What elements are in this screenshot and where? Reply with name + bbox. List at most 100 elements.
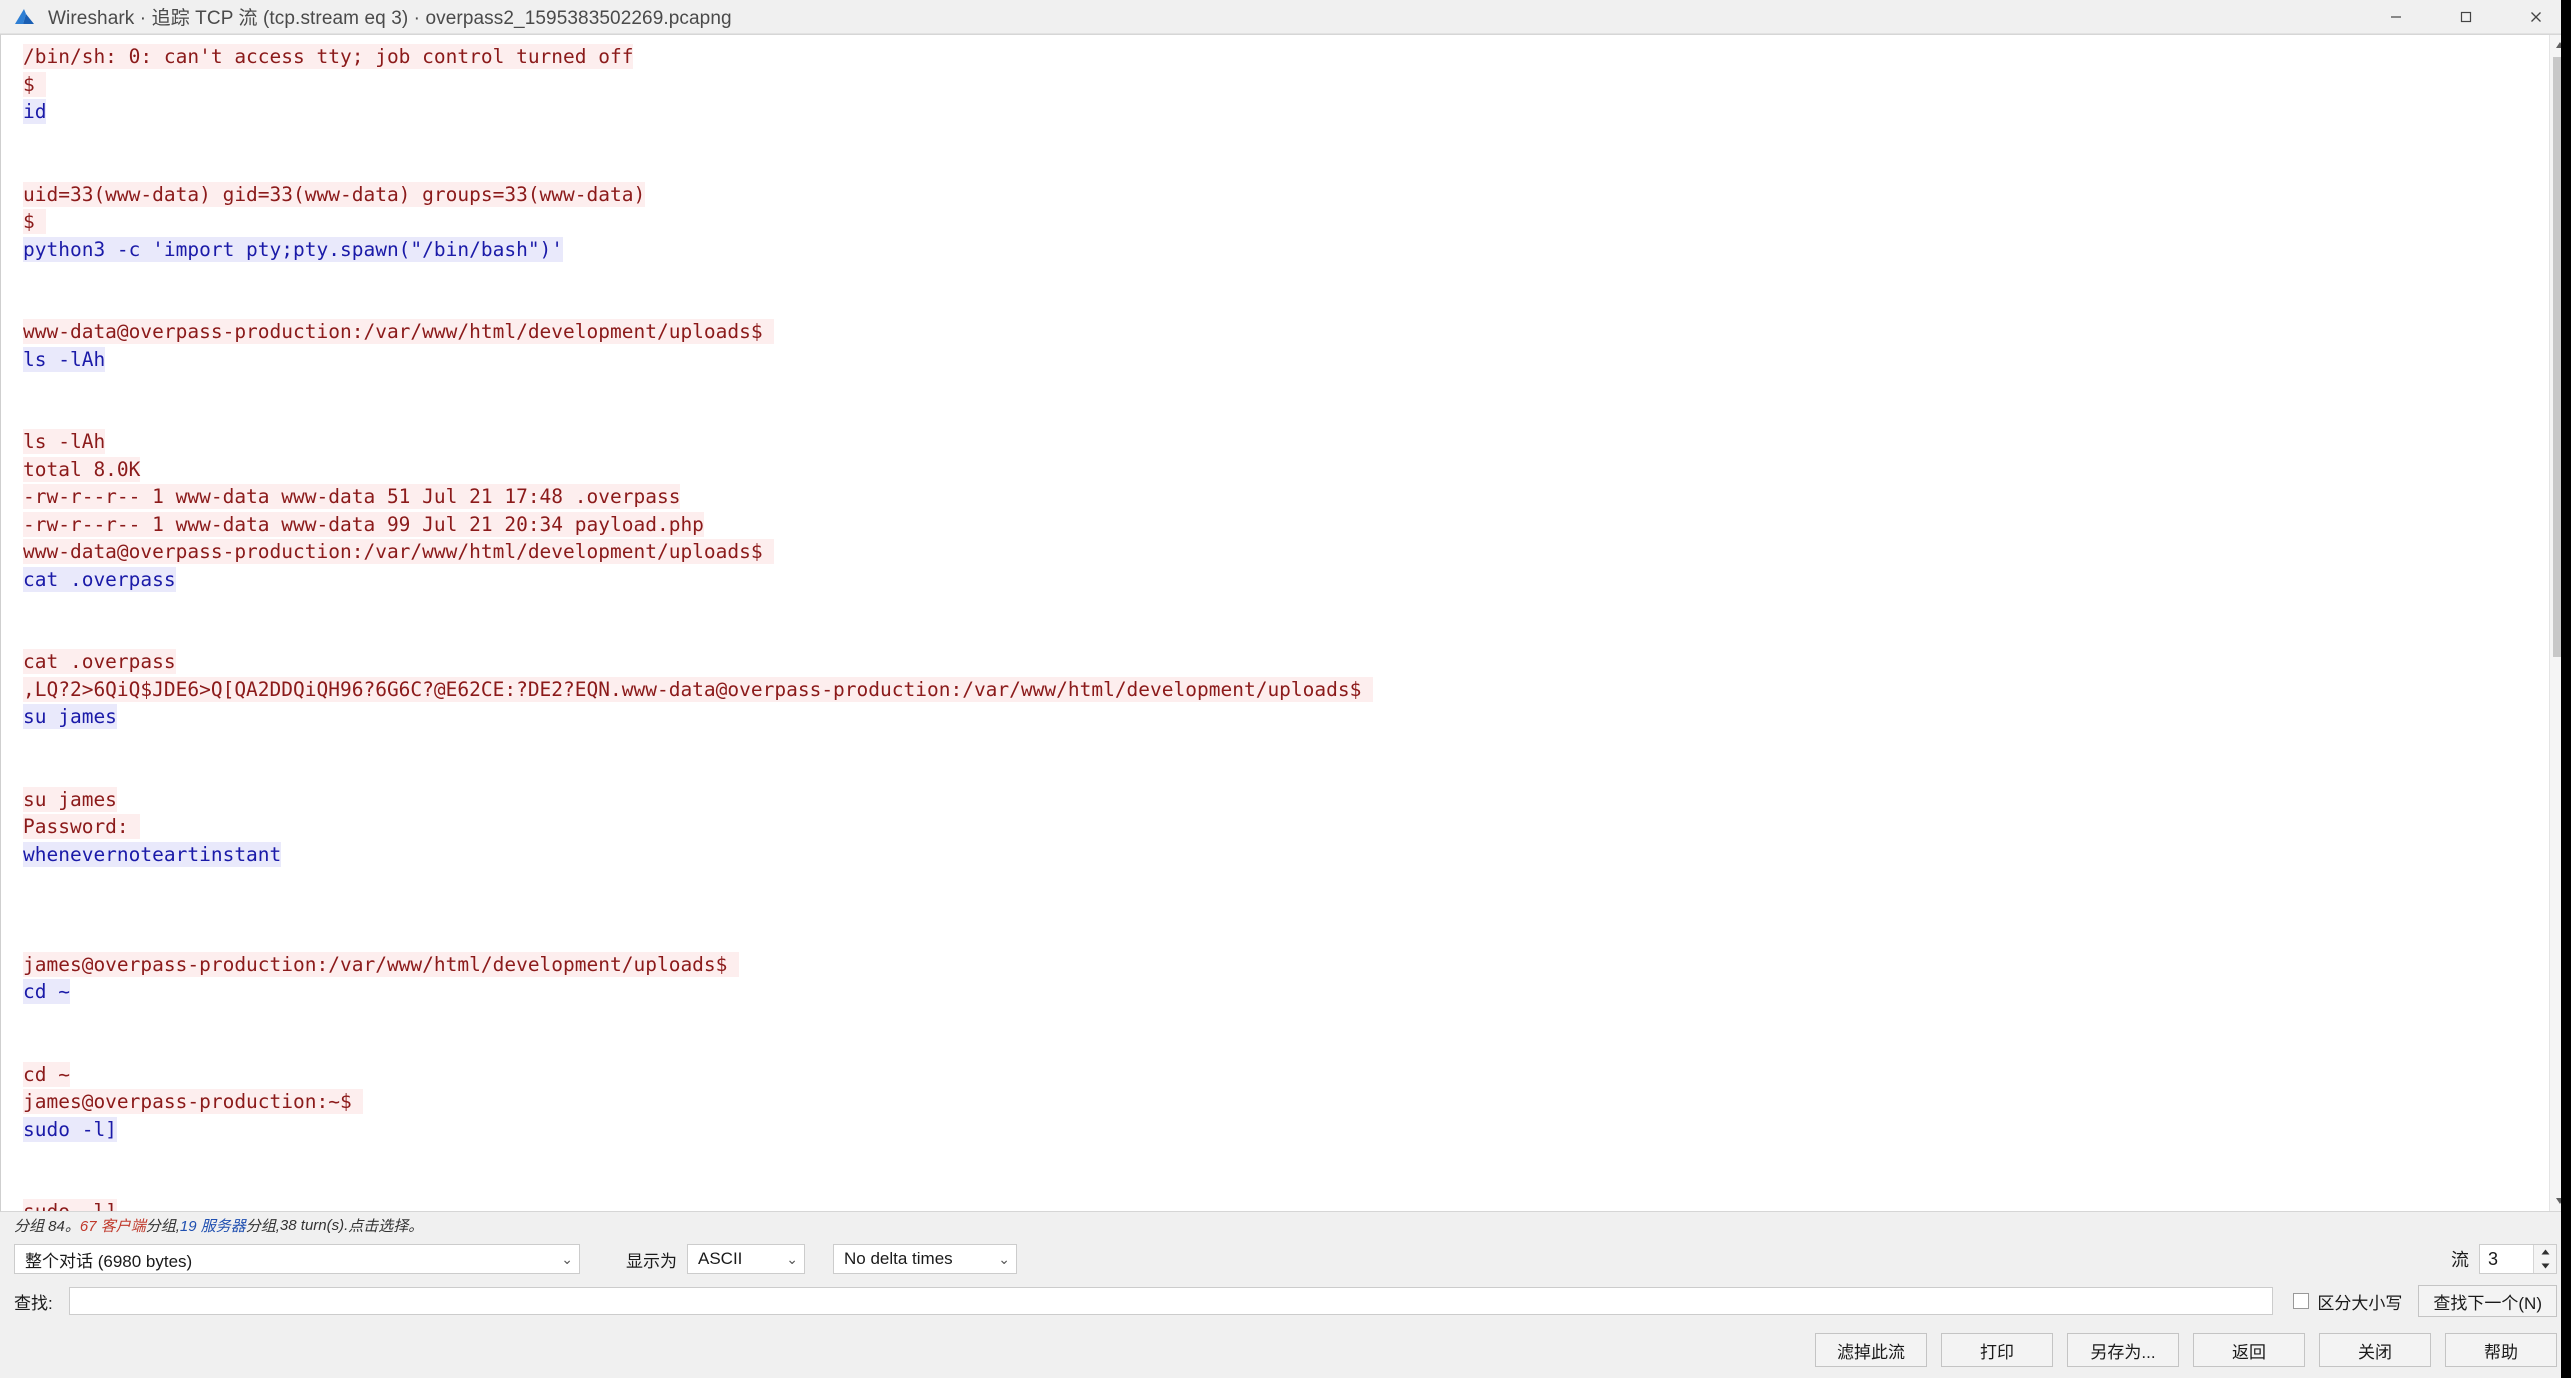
server-text: $ bbox=[23, 71, 47, 97]
server-text: su james bbox=[23, 786, 117, 812]
follow-tcp-stream-window: Wireshark · 追踪 TCP 流 (tcp.stream eq 3) ·… bbox=[0, 0, 2571, 1378]
server-text: Password: bbox=[23, 814, 141, 839]
stream-line-server: uid=33(www-data) gid=33(www-data) groups… bbox=[23, 181, 2549, 209]
server-text: total 8.0K bbox=[23, 456, 141, 482]
dialog-button-bar: 滤掉此流 打印 另存为... 返回 关闭 帮助 bbox=[0, 1322, 2571, 1378]
client-text: id bbox=[23, 99, 47, 124]
help-button[interactable]: 帮助 bbox=[2445, 1333, 2557, 1367]
stream-line-server: ,LQ?2>6QiQ$JDE6>Q[QA2DDQiQH96?6G6C?@E62C… bbox=[23, 676, 2549, 704]
close-button[interactable] bbox=[2501, 0, 2571, 33]
scroll-down-arrow-icon[interactable] bbox=[2550, 1191, 2570, 1211]
stream-line-server: total 8.0K bbox=[23, 456, 2549, 484]
checkbox-box-icon[interactable] bbox=[2293, 1293, 2310, 1309]
stream-line-server: $ bbox=[23, 71, 2549, 99]
stream-blank-line bbox=[23, 896, 2549, 924]
stream-line-client: cd ~ bbox=[23, 978, 2549, 1006]
stepper-down-icon[interactable] bbox=[2534, 1259, 2556, 1273]
scrollbar-thumb[interactable] bbox=[2553, 57, 2567, 657]
stream-line-server: www-data@overpass-production:/var/www/ht… bbox=[23, 538, 2549, 566]
stream-blank-line bbox=[23, 923, 2549, 951]
server-text: www-data@overpass-production:/var/www/ht… bbox=[23, 319, 775, 344]
server-text: /bin/sh: 0: can't access tty; job contro… bbox=[23, 44, 634, 69]
stream-blank-line bbox=[23, 621, 2549, 649]
stream-blank-line bbox=[23, 868, 2549, 896]
filter-out-stream-button[interactable]: 滤掉此流 bbox=[1815, 1333, 1927, 1367]
stream-number-value: 3 bbox=[2488, 1248, 2499, 1269]
client-text: python3 -c 'import pty;pty.spawn("/bin/b… bbox=[23, 236, 564, 262]
client-text: ls -lAh bbox=[23, 346, 106, 372]
stream-line-client: su james bbox=[23, 703, 2549, 731]
stream-blank-line bbox=[23, 758, 2549, 786]
stream-blank-line bbox=[23, 126, 2549, 154]
show-as-select[interactable]: ASCII ⌄ bbox=[687, 1244, 805, 1274]
client-text: sudo -l] bbox=[23, 1116, 117, 1142]
server-text: ,LQ?2>6QiQ$JDE6>Q[QA2DDQiQH96?6G6C?@E62C… bbox=[23, 676, 1374, 702]
chevron-down-icon: ⌄ bbox=[786, 1250, 798, 1267]
status-turns: 38 turn(s). bbox=[279, 1216, 349, 1234]
stream-blank-line bbox=[23, 153, 2549, 181]
status-mid1: 分组, bbox=[145, 1217, 180, 1235]
minimize-button[interactable] bbox=[2361, 0, 2431, 33]
stream-line-client: whenevernoteartinstant bbox=[23, 841, 2549, 869]
stepper-buttons bbox=[2533, 1245, 2556, 1273]
stream-blank-line bbox=[23, 291, 2549, 319]
server-text: sudo -l] bbox=[23, 1199, 117, 1211]
conversation-select-value: 整个对话 (6980 bytes) bbox=[25, 1251, 193, 1271]
server-text: cat .overpass bbox=[23, 649, 176, 674]
stream-blank-line bbox=[23, 373, 2549, 401]
status-server-count: 19 服务器 bbox=[179, 1217, 246, 1235]
server-text: -rw-r--r-- 1 www-data www-data 51 Jul 21… bbox=[23, 484, 681, 509]
stream-blank-line bbox=[23, 1171, 2549, 1199]
stream-content-area[interactable]: /bin/sh: 0: can't access tty; job contro… bbox=[0, 34, 2571, 1212]
back-button[interactable]: 返回 bbox=[2193, 1333, 2305, 1367]
find-next-button[interactable]: 查找下一个(N) bbox=[2418, 1285, 2557, 1317]
scroll-up-arrow-icon[interactable] bbox=[2550, 35, 2570, 55]
chevron-down-icon: ⌄ bbox=[561, 1250, 573, 1267]
stream-line-client: ls -lAh bbox=[23, 346, 2549, 374]
save-as-button[interactable]: 另存为... bbox=[2067, 1333, 2179, 1367]
stream-blank-line bbox=[23, 1006, 2549, 1034]
case-sensitive-label: 区分大小写 bbox=[2317, 1293, 2403, 1313]
stream-line-server: -rw-r--r-- 1 www-data www-data 99 Jul 21… bbox=[23, 511, 2549, 539]
server-text: ls -lAh bbox=[23, 429, 106, 454]
status-client-count: 67 客户端 bbox=[79, 1217, 146, 1235]
title-bar: Wireshark · 追踪 TCP 流 (tcp.stream eq 3) ·… bbox=[0, 0, 2571, 34]
stream-line-server: cat .overpass bbox=[23, 648, 2549, 676]
packet-status-line: 分组 84。 67 客户端 分组, 19 服务器 分组, 38 turn(s).… bbox=[0, 1212, 2571, 1238]
server-text: -rw-r--r-- 1 www-data www-data 99 Jul 21… bbox=[23, 511, 704, 537]
delta-times-select[interactable]: No delta times ⌄ bbox=[833, 1244, 1017, 1274]
chevron-down-icon: ⌄ bbox=[998, 1250, 1010, 1267]
vertical-scrollbar[interactable] bbox=[2549, 35, 2570, 1211]
stream-text[interactable]: /bin/sh: 0: can't access tty; job contro… bbox=[1, 35, 2549, 1211]
window-controls bbox=[2361, 0, 2571, 33]
stream-line-server: Password: bbox=[23, 813, 2549, 841]
stream-blank-line bbox=[23, 1033, 2549, 1061]
print-button[interactable]: 打印 bbox=[1941, 1333, 2053, 1367]
find-label: 查找: bbox=[14, 1293, 53, 1313]
server-text: james@overpass-production:/var/www/html/… bbox=[23, 951, 740, 977]
stream-line-server: /bin/sh: 0: can't access tty; job contro… bbox=[23, 43, 2549, 71]
stream-blank-line bbox=[23, 731, 2549, 759]
client-text: su james bbox=[23, 704, 117, 729]
server-text: uid=33(www-data) gid=33(www-data) groups… bbox=[23, 181, 646, 207]
close-dialog-button[interactable]: 关闭 bbox=[2319, 1333, 2431, 1367]
conversation-select[interactable]: 整个对话 (6980 bytes) ⌄ bbox=[14, 1244, 580, 1274]
stream-line-client: id bbox=[23, 98, 2549, 126]
stream-line-server: su james bbox=[23, 786, 2549, 814]
case-sensitive-checkbox[interactable]: 区分大小写 bbox=[2293, 1289, 2402, 1314]
stream-line-client: cat .overpass bbox=[23, 566, 2549, 594]
status-mid2: 分组, bbox=[245, 1217, 280, 1235]
stream-line-server: cd ~ bbox=[23, 1061, 2549, 1089]
stream-controls-row: 整个对话 (6980 bytes) ⌄ 显示为 ASCII ⌄ No delta… bbox=[0, 1238, 2571, 1280]
stream-line-server: james@overpass-production:~$ bbox=[23, 1088, 2549, 1116]
show-as-select-value: ASCII bbox=[698, 1249, 743, 1268]
stream-number-label: 流 bbox=[2451, 1250, 2469, 1270]
maximize-button[interactable] bbox=[2431, 0, 2501, 33]
stream-number-stepper[interactable]: 3 bbox=[2479, 1244, 2557, 1274]
find-input[interactable] bbox=[68, 1287, 2274, 1315]
window-title: Wireshark · 追踪 TCP 流 (tcp.stream eq 3) ·… bbox=[48, 8, 732, 29]
stepper-up-icon[interactable] bbox=[2534, 1245, 2556, 1259]
stream-line-server: www-data@overpass-production:/var/www/ht… bbox=[23, 318, 2549, 346]
stream-line-server: james@overpass-production:/var/www/html/… bbox=[23, 951, 2549, 979]
server-text: cd ~ bbox=[23, 1061, 70, 1087]
